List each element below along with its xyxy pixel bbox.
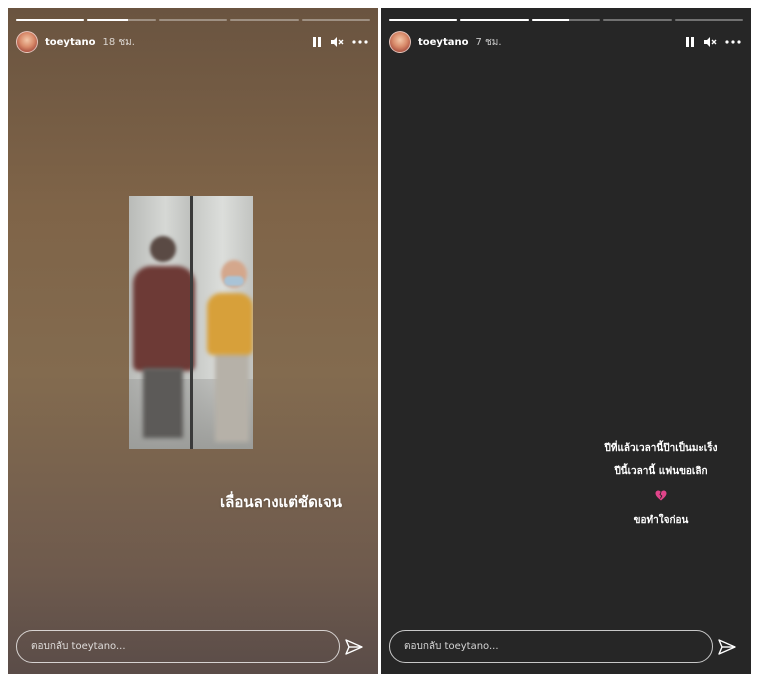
avatar[interactable] xyxy=(16,31,38,53)
progress-segment xyxy=(16,19,85,21)
username-link[interactable]: toeytano xyxy=(45,37,95,48)
paper-plane-icon[interactable] xyxy=(344,637,364,657)
avatar[interactable] xyxy=(389,31,411,53)
timestamp: 18 ชม. xyxy=(102,36,135,48)
story-caption: เลื่อนลางแต่ชัดเจน xyxy=(220,493,343,511)
paper-plane-icon[interactable] xyxy=(717,637,737,657)
progress-segment xyxy=(230,19,299,21)
story-text-block: ปีที่แล้วเวลานี้ป๊าเป็นมะเร็ง ปีนี้เวลาน… xyxy=(581,442,741,537)
story-panel-right[interactable]: toeytano 7 ชม. ปีที่แล้วเวลานี้ป๊าเป็นมะ… xyxy=(381,8,751,674)
story-text-line: ขอทำใจก่อน xyxy=(633,515,689,526)
progress-segment xyxy=(460,19,529,21)
speaker-muted-icon[interactable] xyxy=(703,36,717,48)
story-progress-bar xyxy=(16,19,371,21)
story-panel-left[interactable]: toeytano 18 ชม. เลื่อนลางแต่ชัดเจน ตอบกล… xyxy=(8,8,378,674)
reply-input[interactable]: ตอบกลับ toeytano... xyxy=(389,630,713,663)
story-header: toeytano 18 ชม. xyxy=(16,30,368,54)
story-text-line: ปีที่แล้วเวลานี้ป๊าเป็นมะเร็ง xyxy=(604,443,718,454)
pause-icon[interactable] xyxy=(685,36,695,48)
story-header: toeytano 7 ชม. xyxy=(389,30,741,54)
speaker-muted-icon[interactable] xyxy=(330,36,344,48)
more-dots-icon[interactable] xyxy=(352,40,368,44)
story-controls xyxy=(685,36,741,48)
progress-segment xyxy=(301,19,371,21)
progress-segment xyxy=(531,19,601,21)
story-controls xyxy=(312,36,368,48)
broken-heart-icon xyxy=(581,486,741,505)
pause-icon[interactable] xyxy=(312,36,322,48)
story-text-line: ปีนี้เวลานี้ แฟนขอเลิก xyxy=(614,466,708,477)
progress-segment xyxy=(87,19,156,21)
username-link[interactable]: toeytano xyxy=(418,37,468,48)
timestamp: 7 ชม. xyxy=(475,36,502,48)
progress-segment xyxy=(389,19,458,21)
story-photo-elevator-reflection xyxy=(129,196,253,449)
more-dots-icon[interactable] xyxy=(725,40,741,44)
progress-segment xyxy=(158,19,228,21)
story-progress-bar xyxy=(389,19,744,21)
progress-segment xyxy=(674,19,744,21)
reply-input[interactable]: ตอบกลับ toeytano... xyxy=(16,630,340,663)
progress-segment xyxy=(603,19,672,21)
